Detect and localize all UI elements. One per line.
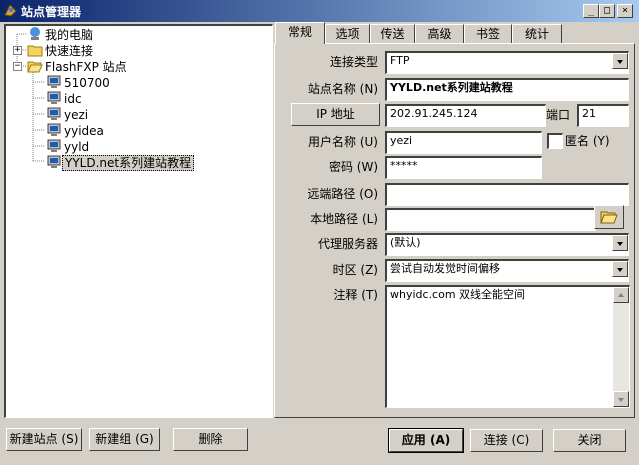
scroll-down-icon[interactable] [613, 391, 629, 407]
dropdown-arrow-icon[interactable] [612, 53, 628, 69]
timezone-label: 时区 (Z) [332, 263, 378, 277]
connection-type-select[interactable]: FTP [385, 51, 629, 74]
apply-button[interactable]: 应用 (A) [388, 428, 464, 453]
proxy-select[interactable]: (默认) [385, 233, 629, 256]
connection-type-label: 连接类型 [329, 55, 378, 69]
new-group-button[interactable]: 新建组 (G) [89, 428, 160, 451]
site-name-input[interactable]: YYLD.net系列建站教程 [385, 78, 629, 101]
tab-general[interactable]: 常规 [275, 22, 325, 44]
delete-button[interactable]: 删除 [173, 428, 248, 451]
password-input[interactable]: ***** [385, 156, 542, 179]
window-title: 站点管理器 [21, 5, 82, 19]
tree-item-my-computer[interactable]: 我的电脑 [27, 26, 95, 42]
site-computer-icon [47, 123, 61, 136]
expand-quick-connect[interactable]: + [13, 46, 22, 55]
tab-options[interactable]: 选项 [325, 24, 370, 43]
open-folder-icon [27, 61, 43, 73]
timezone-select[interactable]: 尝试自动发觉时间偏移 [385, 259, 629, 282]
connect-button[interactable]: 连接 (C) [470, 429, 543, 452]
local-path-label: 本地路径 (L) [310, 212, 378, 226]
port-label: 端口 [546, 108, 571, 122]
site-computer-icon [47, 155, 61, 168]
tree-item-site[interactable]: yyld [46, 138, 91, 154]
ip-address-button[interactable]: IP 地址 [291, 103, 380, 126]
tree-item-site[interactable]: idc [46, 90, 84, 106]
folder-icon [27, 45, 43, 57]
notes-label: 注释 (T) [333, 288, 378, 302]
open-folder-icon [600, 211, 618, 224]
username-input[interactable]: yezi [385, 131, 542, 154]
tree-item-site[interactable]: yezi [46, 106, 90, 122]
minimize-button[interactable]: _ [583, 4, 599, 18]
local-path-input[interactable] [385, 208, 596, 231]
close-button[interactable]: 关闭 [553, 429, 626, 452]
anonymous-label: 匿名 (Y) [565, 134, 610, 148]
site-name-label: 站点名称 (N) [307, 82, 378, 96]
title-bar[interactable]: 站点管理器 _ □ × [0, 0, 639, 22]
site-computer-icon [47, 139, 61, 152]
timezone-value: 尝试自动发觉时间偏移 [390, 262, 500, 275]
new-site-button[interactable]: 新建站点 (S) [6, 428, 82, 451]
proxy-value: (默认) [390, 236, 421, 249]
tab-transfer[interactable]: 传送 [370, 24, 415, 43]
remote-path-label: 远端路径 (O) [307, 187, 378, 201]
notes-textarea[interactable]: whyidc.com 双线全能空间 [385, 285, 630, 408]
anonymous-checkbox[interactable] [547, 133, 563, 149]
site-computer-icon [47, 91, 61, 104]
dropdown-arrow-icon[interactable] [612, 235, 628, 251]
tab-advanced[interactable]: 高级 [415, 24, 464, 43]
close-window-button[interactable]: × [617, 4, 633, 18]
notes-scrollbar[interactable] [613, 287, 629, 407]
tree-item-site[interactable]: 510700 [46, 74, 112, 90]
browse-folder-button[interactable] [594, 205, 624, 229]
collapse-flashfxp-sites[interactable]: − [13, 62, 22, 71]
remote-path-input[interactable] [385, 183, 629, 206]
tab-statistics[interactable]: 统计 [512, 24, 562, 43]
tree-item-site[interactable]: yyidea [46, 122, 106, 138]
password-label: 密码 (W) [328, 160, 378, 174]
notes-value: whyidc.com 双线全能空间 [390, 288, 526, 301]
proxy-label: 代理服务器 [317, 237, 378, 251]
site-tree[interactable]: + − 我的电脑 快速连接 FlashFXP 站点 510700 idc yez… [4, 24, 273, 418]
port-input[interactable]: 21 [577, 104, 629, 127]
ip-address-input[interactable]: 202.91.245.124 [385, 104, 546, 127]
username-label: 用户名称 (U) [308, 135, 378, 149]
scroll-up-icon[interactable] [613, 287, 629, 303]
tree-item-flashfxp-sites[interactable]: FlashFXP 站点 [27, 58, 129, 74]
connection-type-value: FTP [390, 54, 410, 67]
tree-item-quick-connect[interactable]: 快速连接 [27, 42, 95, 58]
tree-item-site-selected[interactable]: YYLD.net系列建站教程 [46, 154, 195, 171]
site-computer-icon [47, 107, 61, 120]
tab-bookmarks[interactable]: 书签 [464, 24, 512, 43]
flashfxp-app-icon [4, 4, 17, 17]
site-computer-icon [47, 75, 61, 88]
computer-icon [30, 27, 40, 40]
maximize-button[interactable]: □ [599, 4, 615, 18]
dropdown-arrow-icon[interactable] [612, 261, 628, 277]
